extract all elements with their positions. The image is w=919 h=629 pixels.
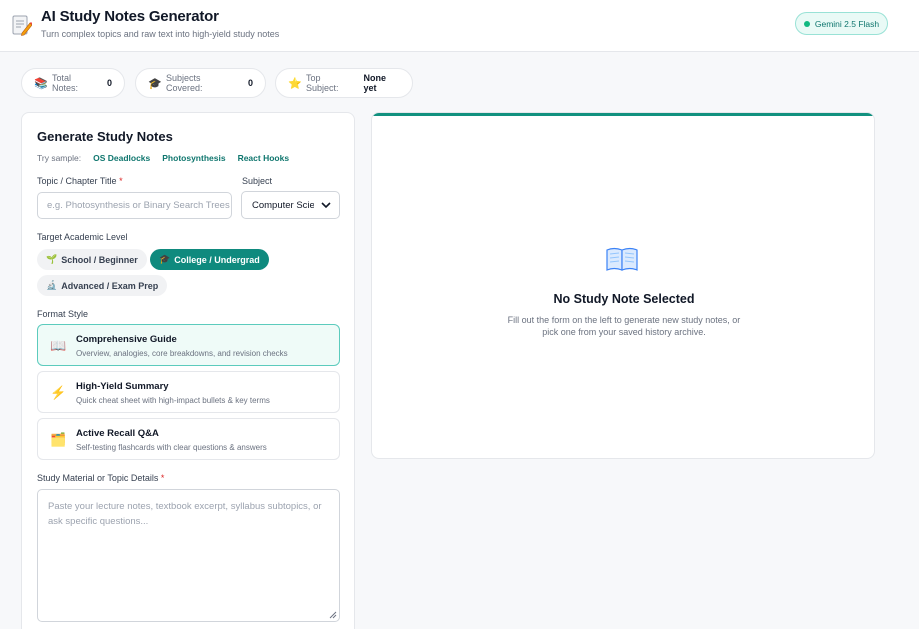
topic-label-text: Topic / Chapter Title	[37, 176, 117, 186]
chevron-down-icon	[321, 202, 331, 209]
stat-top-subject: ⭐ Top Subject: None yet	[275, 68, 413, 98]
sample-topics: Try sample: OS Deadlocks Photosynthesis …	[37, 153, 289, 163]
model-badge: Gemini 2.5 Flash	[795, 12, 888, 35]
level-label: Target Academic Level	[37, 232, 128, 242]
sample-chip-os-deadlocks[interactable]: OS Deadlocks	[93, 153, 150, 163]
stat-total-notes: 📚 Total Notes: 0	[21, 68, 125, 98]
format-label: Format Style	[37, 309, 89, 319]
stat-subjects-covered-label: Subjects Covered:	[166, 73, 203, 93]
stat-top-subject-label: Top Subject:	[306, 73, 339, 93]
topic-input[interactable]: e.g. Photosynthesis or Binary Search Tre…	[37, 192, 232, 219]
status-dot-icon	[803, 20, 810, 27]
sample-chip-react-hooks[interactable]: React Hooks	[238, 153, 290, 163]
level-advanced-exam-prep-label: Advanced / Exam Prep	[61, 280, 159, 291]
material-label-text: Study Material or Topic Details	[37, 473, 159, 483]
generate-form-panel: Generate Study Notes Try sample: OS Dead…	[21, 112, 355, 629]
app-header: AI Study Notes Generator Turn complex to…	[0, 0, 919, 52]
app-subtitle: Turn complex topics and raw text into hi…	[41, 29, 280, 39]
format-title: Comprehensive Guide	[76, 334, 177, 345]
card-box-icon: 🗂️	[50, 432, 67, 447]
empty-state-description-text: Fill out the form on the left to generat…	[507, 315, 741, 337]
material-placeholder: Paste your lecture notes, textbook excer…	[48, 501, 322, 527]
try-sample-label: Try sample:	[37, 153, 82, 163]
level-school-beginner[interactable]: 🌱 School / Beginner	[37, 249, 147, 270]
resize-handle-icon[interactable]	[328, 610, 337, 619]
stat-subjects-covered-value: 0	[247, 78, 253, 88]
form-title: Generate Study Notes	[37, 129, 173, 144]
format-desc: Overview, analogies, core breakdowns, an…	[76, 349, 288, 358]
format-desc: Self-testing flashcards with clear quest…	[76, 443, 267, 452]
app-title: AI Study Notes Generator	[41, 8, 219, 25]
required-marker: *	[119, 176, 123, 186]
open-book-icon	[606, 247, 638, 271]
lightning-icon: ⚡	[50, 385, 67, 400]
format-active-recall-qa[interactable]: 🗂️ Active Recall Q&A Self-testing flashc…	[37, 418, 340, 460]
subject-select-value: Computer Science	[252, 199, 314, 211]
open-book-icon: 📖	[50, 338, 67, 353]
subject-label: Subject	[242, 176, 273, 186]
level-advanced-exam-prep[interactable]: 🔬 Advanced / Exam Prep	[37, 275, 168, 296]
note-viewer-panel: No Study Note Selected Fill out the form…	[371, 112, 875, 459]
subject-select[interactable]: Computer Science	[241, 191, 340, 219]
stat-top-subject-value: None yet	[363, 73, 387, 93]
panel-accent-bar	[372, 113, 874, 116]
format-desc: Quick cheat sheet with high-impact bulle…	[76, 396, 270, 405]
seedling-icon: 🌱	[46, 254, 58, 264]
format-comprehensive-guide[interactable]: 📖 Comprehensive Guide Overview, analogie…	[37, 324, 340, 366]
microscope-icon: 🔬	[46, 280, 58, 290]
topic-input-placeholder: e.g. Photosynthesis or Binary Search Tre…	[47, 200, 230, 211]
level-college-undergrad-label: College / Undergrad	[174, 254, 260, 265]
graduation-cap-icon: 🎓	[148, 77, 162, 90]
material-label: Study Material or Topic Details *	[37, 473, 164, 483]
format-high-yield-summary[interactable]: ⚡ High-Yield Summary Quick cheat sheet w…	[37, 371, 340, 413]
stat-subjects-covered: 🎓 Subjects Covered: 0	[135, 68, 266, 98]
books-icon: 📚	[34, 77, 48, 90]
topic-label: Topic / Chapter Title *	[37, 176, 123, 186]
level-college-undergrad[interactable]: 🎓 College / Undergrad	[150, 249, 269, 270]
empty-state-description: Fill out the form on the left to generat…	[372, 314, 874, 338]
stat-total-notes-value: 0	[106, 78, 112, 88]
empty-state-title: No Study Note Selected	[553, 292, 695, 306]
required-marker: *	[160, 473, 165, 483]
format-title: High-Yield Summary	[76, 381, 169, 392]
model-badge-label: Gemini 2.5 Flash	[814, 18, 880, 29]
material-textarea[interactable]: Paste your lecture notes, textbook excer…	[37, 489, 340, 622]
stat-total-notes-label: Total Notes:	[52, 73, 79, 93]
format-title: Active Recall Q&A	[76, 428, 159, 439]
notepad-pencil-icon	[12, 15, 32, 36]
sample-chip-photosynthesis[interactable]: Photosynthesis	[162, 153, 225, 163]
level-school-beginner-label: School / Beginner	[61, 254, 138, 265]
graduation-cap-icon: 🎓	[159, 254, 171, 264]
star-icon: ⭐	[288, 77, 302, 90]
